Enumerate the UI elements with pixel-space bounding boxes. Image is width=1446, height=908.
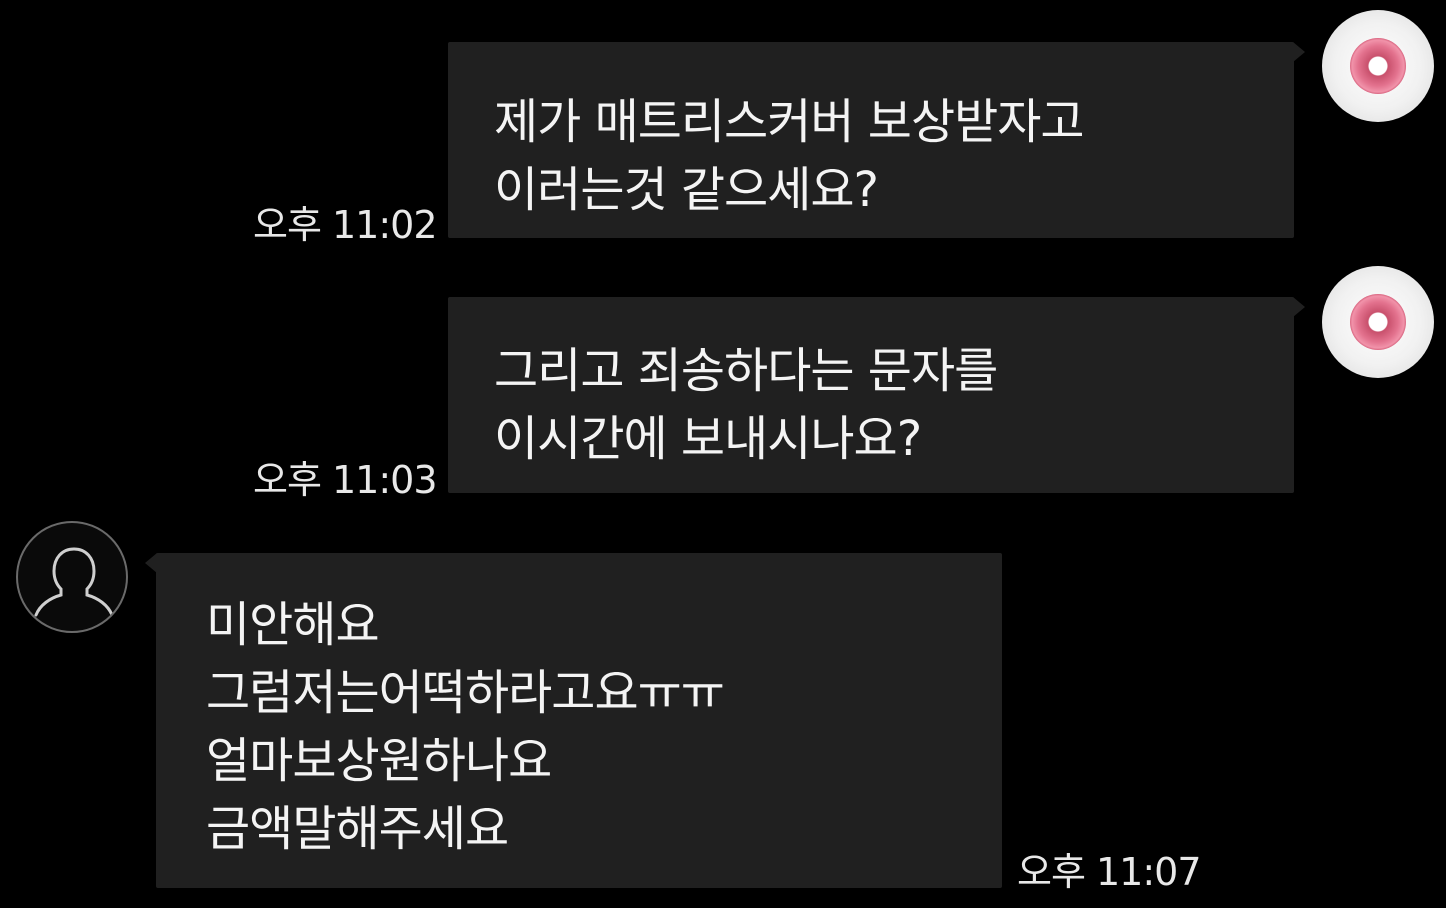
message-text: 그리고 죄송하다는 문자를 이시간에 보내시나요? [494,343,998,467]
donut-icon [1350,294,1406,350]
message-timestamp: 오후 11:07 [1017,850,1202,894]
donut-icon [1350,38,1406,94]
donut-avatar-icon[interactable] [1322,266,1434,378]
message-timestamp: 오후 11:03 [253,458,438,502]
message-bubble[interactable]: 그리고 죄송하다는 문자를 이시간에 보내시나요? [448,297,1294,493]
message-timestamp: 오후 11:02 [253,203,438,247]
message-bubble[interactable]: 미안해요 그럼저는어떡하라고요ㅠㅠ 얼마보상원하나요 금액말해주세요 [156,553,1002,888]
donut-avatar-icon[interactable] [1322,10,1434,122]
message-bubble[interactable]: 제가 매트리스커버 보상받자고 이러는것 같으세요? [448,42,1294,238]
message-text: 미안해요 그럼저는어떡하라고요ㅠㅠ 얼마보상원하나요 금액말해주세요 [206,597,725,857]
default-profile-avatar[interactable] [16,521,128,633]
bubble-tail [1293,297,1305,317]
bubble-tail [1293,42,1305,62]
message-text: 제가 매트리스커버 보상받자고 이러는것 같으세요? [494,94,1085,218]
default-profile-icon [34,547,114,617]
